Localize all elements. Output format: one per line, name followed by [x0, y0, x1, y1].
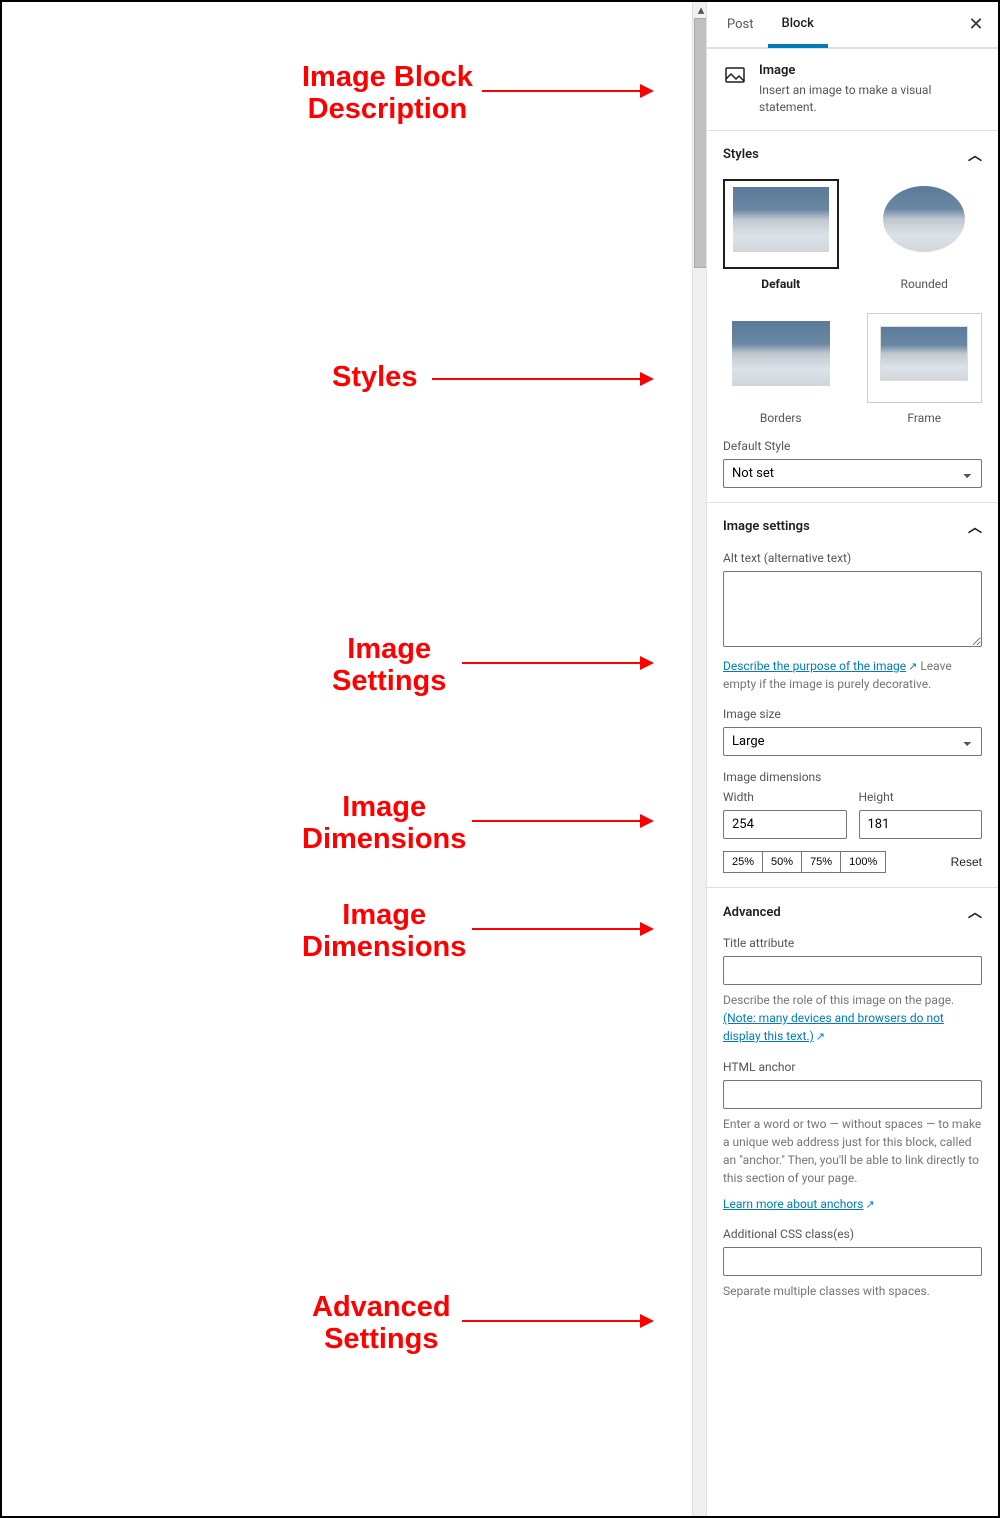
alt-help-text: Describe the purpose of the image Leave … [723, 657, 982, 694]
html-anchor-input[interactable] [723, 1080, 982, 1109]
annot-styles: Styles [332, 362, 417, 394]
title-attr-input[interactable] [723, 956, 982, 985]
image-size-select[interactable]: Large [723, 727, 982, 756]
annot-image-dimensions-1: ImageDimensions [302, 792, 466, 856]
learn-anchors-link[interactable]: Learn more about anchors [723, 1197, 875, 1211]
alt-text-input[interactable] [723, 571, 982, 647]
chevron-up-icon: ︿ [968, 902, 982, 922]
close-icon[interactable]: ✕ [966, 15, 986, 35]
alt-text-label: Alt text (alternative text) [723, 551, 982, 565]
tab-block[interactable]: Block [768, 3, 828, 48]
image-dimensions-label: Image dimensions [723, 770, 982, 784]
annot-image-dimensions-2: ImageDimensions [302, 900, 466, 964]
block-title: Image [759, 63, 982, 78]
block-description-panel: Image Insert an image to make a visual s… [707, 48, 998, 130]
arrow-4 [472, 820, 652, 822]
annot-image-settings: ImageSettings [332, 634, 446, 698]
arrow-5 [472, 928, 652, 930]
annot-advanced: AdvancedSettings [312, 1292, 451, 1356]
default-style-label: Default Style [723, 439, 982, 453]
image-settings-panel: Image settings ︿ Alt text (alternative t… [707, 502, 998, 888]
height-input[interactable] [859, 810, 983, 839]
sidebar-tabs: Post Block ✕ [707, 2, 998, 48]
chevron-up-icon: ︿ [968, 145, 982, 165]
advanced-header[interactable]: Advanced ︿ [723, 902, 982, 922]
styles-header[interactable]: Styles ︿ [723, 145, 982, 165]
default-style-select[interactable]: Not set [723, 459, 982, 488]
image-block-icon [723, 63, 747, 87]
advanced-panel: Advanced ︿ Title attribute Describe the … [707, 887, 998, 1314]
chevron-up-icon: ︿ [968, 517, 982, 537]
image-settings-header[interactable]: Image settings ︿ [723, 517, 982, 537]
block-subtitle: Insert an image to make a visual stateme… [759, 82, 982, 116]
css-help: Separate multiple classes with spaces. [723, 1282, 982, 1300]
css-classes-input[interactable] [723, 1247, 982, 1276]
style-default[interactable]: Default [723, 179, 839, 291]
width-input[interactable] [723, 810, 847, 839]
width-label: Width [723, 790, 847, 804]
describe-purpose-link[interactable]: Describe the purpose of the image [723, 659, 917, 673]
block-inspector-sidebar: Post Block ✕ Image Insert an image to ma… [706, 2, 998, 1516]
arrow-3 [462, 662, 652, 664]
anchor-help: Enter a word or two — without spaces — t… [723, 1115, 982, 1187]
arrow-6 [462, 1320, 652, 1322]
css-classes-label: Additional CSS class(es) [723, 1227, 982, 1241]
style-rounded[interactable]: Rounded [867, 179, 983, 291]
reset-button[interactable]: Reset [951, 855, 982, 869]
editor-canvas [2, 2, 692, 1516]
pct-50-button[interactable]: 50% [762, 851, 802, 873]
pct-100-button[interactable]: 100% [840, 851, 886, 873]
arrow-1 [482, 90, 652, 92]
height-label: Height [859, 790, 983, 804]
title-attr-label: Title attribute [723, 936, 982, 950]
html-anchor-label: HTML anchor [723, 1060, 982, 1074]
title-note-link[interactable]: (Note: many devices and browsers do not … [723, 1011, 944, 1043]
pct-25-button[interactable]: 25% [723, 851, 763, 873]
style-borders[interactable]: Borders [723, 313, 839, 425]
image-size-label: Image size [723, 707, 982, 721]
title-attr-help: Describe the role of this image on the p… [723, 991, 982, 1046]
arrow-2 [432, 378, 652, 380]
style-frame[interactable]: Frame [867, 313, 983, 425]
pct-75-button[interactable]: 75% [801, 851, 841, 873]
tab-post[interactable]: Post [713, 2, 768, 47]
styles-panel: Styles ︿ Default Rounded Borders [707, 130, 998, 502]
annot-block-desc: Image BlockDescription [302, 62, 473, 126]
